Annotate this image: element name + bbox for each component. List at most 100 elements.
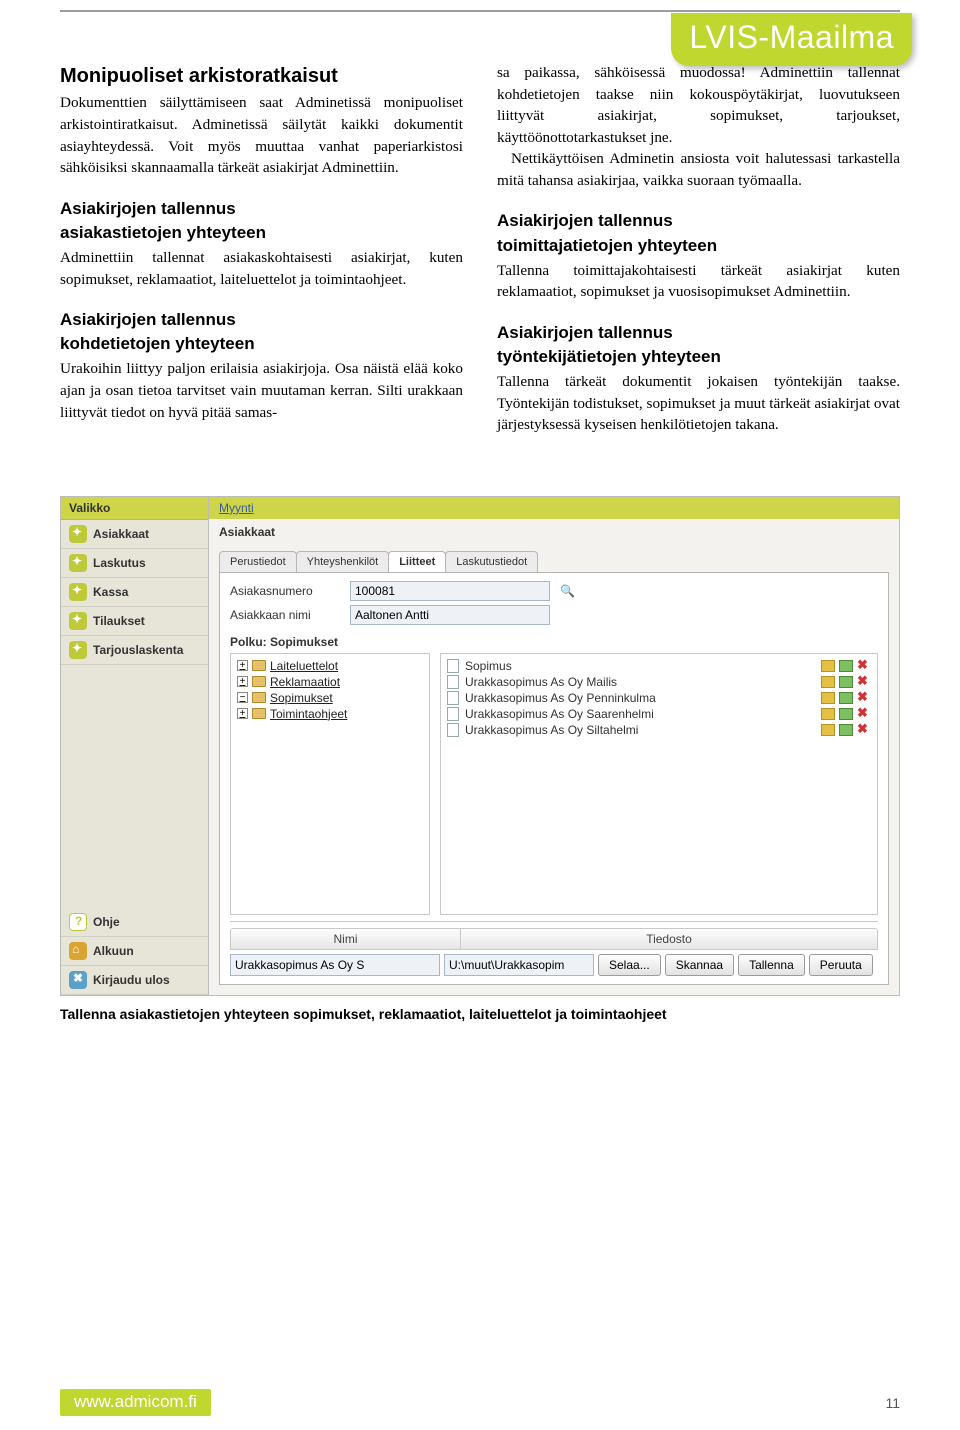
heading-sub: asiakastietojen yhteyteen [60, 221, 463, 245]
folder-tree: +Laiteluettelot + Reklamaatiot − Sopimukse… [230, 653, 430, 915]
sidebar-item-alkuun[interactable]: Alkuun [61, 937, 208, 966]
tab-yhteyshenkilot[interactable]: Yhteyshenkilöt [296, 551, 390, 572]
customer-number-input[interactable] [350, 581, 550, 601]
file-row[interactable]: Sopimus✖ [447, 658, 871, 674]
mail-icon[interactable] [821, 660, 835, 672]
delete-icon[interactable]: ✖ [857, 692, 871, 704]
sidebar-item-label: Laskutus [93, 556, 146, 570]
delete-icon[interactable]: ✖ [857, 676, 871, 688]
folder-icon [252, 660, 266, 671]
tree-item[interactable]: − Sopimukset [237, 690, 423, 706]
tree-item[interactable]: + Reklamaatiot [237, 674, 423, 690]
sidebar-item-label: Kassa [93, 585, 128, 599]
brand-badge: LVIS-Maailma [671, 13, 912, 66]
heading-main: Monipuoliset arkistoratkaisut [60, 62, 463, 90]
expand-icon[interactable]: + [237, 676, 248, 687]
tab-perustiedot[interactable]: Perustiedot [219, 551, 297, 572]
edit-icon[interactable] [839, 724, 853, 736]
tab-laskutustiedot[interactable]: Laskutustiedot [445, 551, 538, 572]
para: Tallenna toimittajakohtaisesti tärkeät a… [497, 260, 900, 303]
tree-item[interactable]: +Laiteluettelot [237, 658, 423, 674]
edit-icon[interactable] [839, 692, 853, 704]
customer-name-label: Asiakkaan nimi [230, 608, 340, 622]
main-panel: Myynti Asiakkaat Perustiedot Yhteyshenki… [209, 497, 899, 995]
file-icon [447, 723, 459, 737]
sidebar-item-logout[interactable]: Kirjaudu ulos [61, 966, 208, 995]
para: Urakoihin liittyy paljon erilaisia asiak… [60, 358, 463, 423]
file-row[interactable]: Urakkasopimus As Oy Saarenhelmi✖ [447, 706, 871, 722]
col-nimi: Nimi [231, 929, 461, 949]
cancel-button[interactable]: Peruuta [809, 954, 873, 976]
column-left: Monipuoliset arkistoratkaisut Dokumentti… [60, 62, 463, 436]
gear-icon [69, 525, 87, 543]
col-tiedosto: Tiedosto [461, 929, 877, 949]
sidebar-item-label: Kirjaudu ulos [93, 973, 170, 987]
sidebar-item-kassa[interactable]: Kassa [61, 578, 208, 607]
collapse-icon[interactable]: − [237, 692, 248, 703]
heading-sub: työntekijätietojen yhteyteen [497, 345, 900, 369]
file-icon [447, 707, 459, 721]
heading: Asiakirjojen tallennus [60, 308, 463, 332]
article-columns: Monipuoliset arkistoratkaisut Dokumentti… [0, 12, 960, 456]
para: Adminettiin tallennat asiakaskohtaisesti… [60, 247, 463, 290]
sidebar-item-label: Tarjouslaskenta [93, 643, 183, 657]
explorer: +Laiteluettelot + Reklamaatiot − Sopimukse… [230, 653, 878, 915]
sidebar-item-laskutus[interactable]: Laskutus [61, 549, 208, 578]
file-list: Sopimus✖ Urakkasopimus As Oy Mailis ✖ Ura… [440, 653, 878, 915]
para: Tallenna tärkeät dokumentit jokaisen työ… [497, 371, 900, 436]
mail-icon[interactable] [821, 708, 835, 720]
column-right: sa paikassa, sähköisessä muodossa! Admin… [497, 62, 900, 436]
mail-icon[interactable] [821, 676, 835, 688]
logout-icon [69, 971, 87, 989]
file-icon [447, 691, 459, 705]
edit-icon[interactable] [839, 708, 853, 720]
tree-item-label: Sopimukset [270, 691, 333, 705]
sidebar-item-tilaukset[interactable]: Tilaukset [61, 607, 208, 636]
scan-button[interactable]: Skannaa [665, 954, 734, 976]
file-row[interactable]: Urakkasopimus As Oy Penninkulma ✖ [447, 690, 871, 706]
customer-name-input[interactable] [350, 605, 550, 625]
browse-button[interactable]: Selaa... [598, 954, 661, 976]
file-name: Urakkasopimus As Oy Penninkulma [465, 691, 656, 705]
delete-icon[interactable]: ✖ [857, 660, 871, 672]
tree-item-label: Toimintaohjeet [270, 707, 347, 721]
edit-icon[interactable] [839, 660, 853, 672]
help-icon [69, 913, 87, 931]
section-title: Asiakkaat [209, 519, 899, 545]
file-name: Urakkasopimus As Oy Siltahelmi [465, 723, 638, 737]
expand-icon[interactable]: + [237, 708, 248, 719]
upload-name-input[interactable] [230, 954, 440, 976]
folder-icon [252, 692, 266, 703]
expand-icon[interactable]: + [237, 660, 248, 671]
sidebar-title: Valikko [61, 497, 208, 520]
mail-icon[interactable] [821, 692, 835, 704]
save-button[interactable]: Tallenna [738, 954, 805, 976]
breadcrumb[interactable]: Myynti [209, 497, 899, 519]
edit-icon[interactable] [839, 676, 853, 688]
gear-icon [69, 641, 87, 659]
sidebar-item-tarjouslaskenta[interactable]: Tarjouslaskenta [61, 636, 208, 665]
sidebar-item-asiakkaat[interactable]: Asiakkaat [61, 520, 208, 549]
upload-form: Nimi Tiedosto Selaa... Skannaa Tallenna … [230, 921, 878, 976]
mail-icon[interactable] [821, 724, 835, 736]
sidebar-item-label: Alkuun [93, 944, 134, 958]
delete-icon[interactable]: ✖ [857, 724, 871, 736]
heading: Asiakirjojen tallennus [497, 321, 900, 345]
file-icon [447, 659, 459, 673]
delete-icon[interactable]: ✖ [857, 708, 871, 720]
heading-sub: toimittajatietojen yhteyteen [497, 234, 900, 258]
footer-url: www.admicom.fi [60, 1389, 211, 1416]
sidebar-item-ohje[interactable]: Ohje [61, 908, 208, 937]
file-row[interactable]: Urakkasopimus As Oy Siltahelmi ✖ [447, 722, 871, 738]
sidebar-item-label: Asiakkaat [93, 527, 149, 541]
tabs: Perustiedot Yhteyshenkilöt Liitteet Lask… [219, 551, 889, 572]
tree-item-label: Reklamaatiot [270, 675, 340, 689]
heading: Asiakirjojen tallennus [60, 197, 463, 221]
search-icon[interactable]: 🔍 [560, 584, 575, 598]
upload-path-input[interactable] [444, 954, 594, 976]
screenshot-caption: Tallenna asiakastietojen yhteyteen sopim… [60, 1006, 900, 1022]
tree-item[interactable]: + Toimintaohjeet [237, 706, 423, 722]
file-row[interactable]: Urakkasopimus As Oy Mailis ✖ [447, 674, 871, 690]
file-name: Urakkasopimus As Oy Mailis [465, 675, 617, 689]
tab-liitteet[interactable]: Liitteet [388, 551, 446, 572]
